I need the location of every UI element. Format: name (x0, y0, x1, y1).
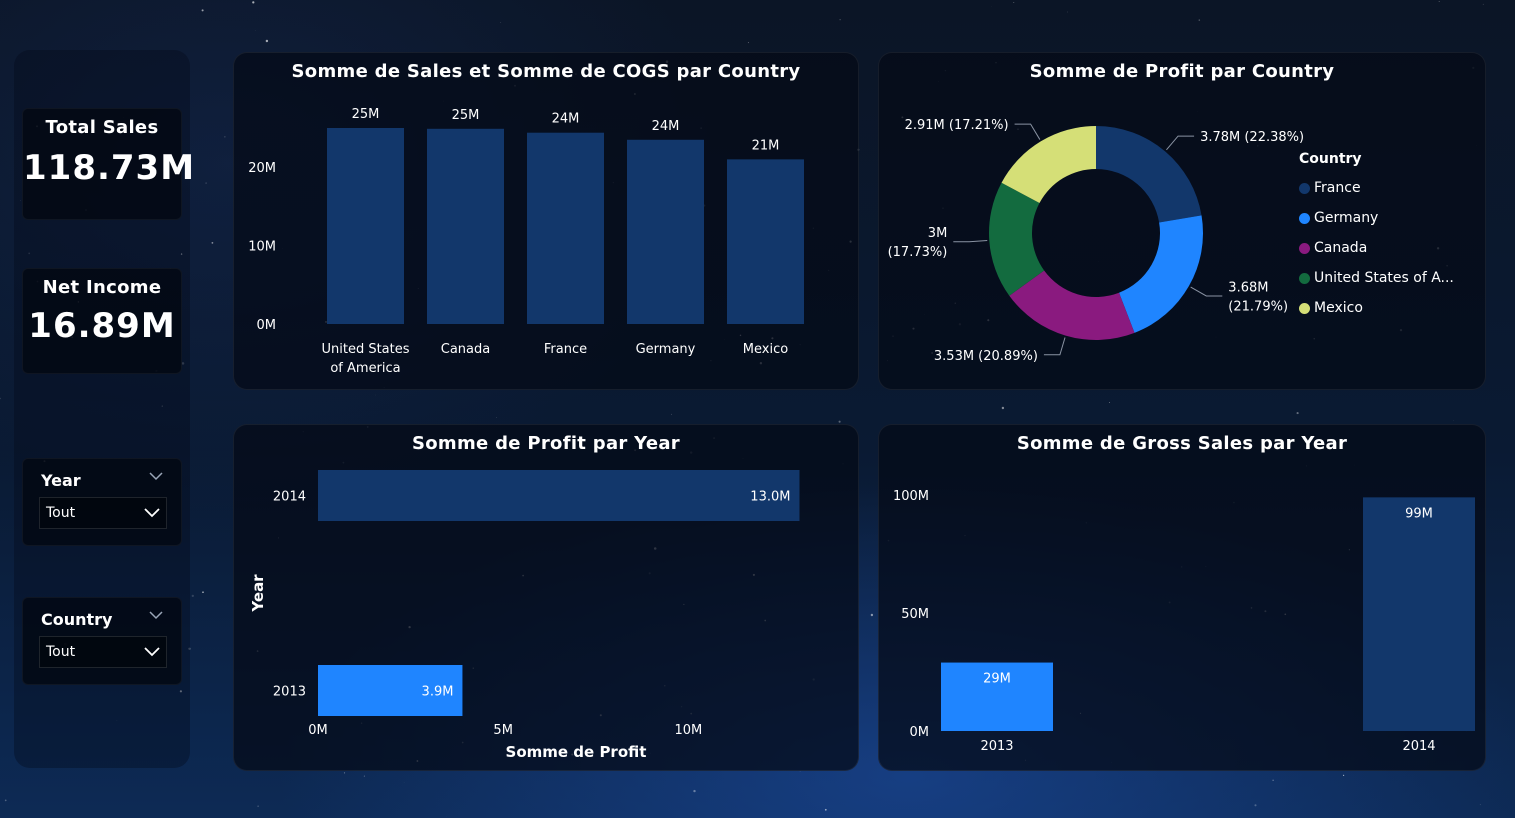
leader-line (1014, 123, 1041, 140)
x-axis-title: Somme de Profit (506, 743, 647, 761)
legend-marker (1299, 182, 1310, 194)
x-tick-label: Canada (441, 342, 490, 357)
year-dropdown-value: Tout (46, 505, 76, 521)
y-tick-label: 0M (910, 725, 930, 740)
gross-sales-panel: Somme de Gross Sales par Year 0M 50M 100M 2… (878, 424, 1486, 771)
profit-year-panel: Somme de Profit par Year 13.0M 2014 3.9M 20… (233, 424, 859, 771)
sales-cogs-chart: 0M 10M 20M 25M United States of America 25M Can… (248, 107, 804, 376)
bar (427, 128, 504, 324)
data-label: 3.68M (1228, 280, 1268, 295)
x-tick-label: United States (321, 342, 409, 357)
data-label: 3.53M (20.89%) (934, 349, 1038, 364)
chevron-down-icon[interactable] (149, 469, 163, 483)
y-tick-label: 100M (893, 489, 929, 504)
legend-label: France (1314, 180, 1361, 196)
x-tick-label: Germany (636, 342, 696, 357)
data-label: 21M (752, 138, 780, 153)
legend-item[interactable]: France (1299, 173, 1454, 203)
data-label: 24M (552, 112, 580, 127)
chevron-down-icon (144, 508, 160, 518)
year-slicer-title: Year (41, 471, 81, 490)
total-sales-card: Total Sales 118.73M (22, 108, 196, 220)
legend-item[interactable]: United States of A... (1299, 263, 1454, 293)
year-dropdown[interactable]: Tout (39, 497, 167, 529)
bar (727, 159, 804, 324)
data-label: 2.91M (17.21%) (905, 118, 1009, 133)
y-tick-label: 10M (248, 240, 276, 255)
data-label: 24M (652, 119, 680, 134)
total-sales-label: Total Sales (45, 117, 159, 138)
profit-year-chart: 13.0M 2014 3.9M 2013 0M 5M 10M Somme de Profit Y… (249, 470, 800, 761)
x-tick-label: of America (330, 361, 400, 376)
y-tick-label: 2013 (273, 685, 306, 700)
total-sales-value: 118.73M (23, 148, 196, 188)
data-label: (21.79%) (1228, 299, 1288, 314)
donut-slice (1096, 126, 1202, 223)
country-slicer-title: Country (41, 610, 113, 629)
legend-item[interactable]: Mexico (1299, 293, 1454, 323)
gross-sales-chart: 0M 50M 100M 29M 2013 99M 2014 (893, 489, 1475, 754)
chevron-down-icon[interactable] (149, 608, 163, 622)
leader-line (1043, 337, 1066, 356)
country-dropdown[interactable]: Tout (39, 636, 167, 668)
data-label: 3M (928, 226, 948, 241)
legend-label: Mexico (1314, 300, 1363, 316)
leader-line (1190, 286, 1223, 297)
data-label: (17.73%) (888, 245, 948, 260)
y-tick-label: 2014 (273, 490, 306, 505)
data-label: 3.9M (422, 685, 454, 700)
y-axis-title: Year (249, 574, 267, 613)
legend-marker (1299, 212, 1310, 224)
country-slicer: Country Tout (22, 597, 182, 685)
country-dropdown-value: Tout (46, 644, 76, 660)
y-tick-label: 20M (248, 161, 276, 176)
legend-item[interactable]: Germany (1299, 203, 1454, 233)
legend-label: Germany (1314, 210, 1379, 226)
data-label: 13.0M (750, 490, 790, 505)
bar (527, 132, 604, 324)
year-slicer: Year Tout (22, 458, 182, 546)
data-label: 25M (452, 108, 480, 123)
donut-slice (1119, 215, 1203, 333)
data-label: 25M (352, 107, 380, 122)
country-legend: Country France Germany Canada United States… (1299, 151, 1454, 323)
y-tick-label: 50M (901, 607, 929, 622)
bar (627, 139, 704, 324)
bar (327, 128, 404, 324)
legend-item[interactable]: Canada (1299, 233, 1454, 263)
legend-label: United States of A... (1314, 270, 1454, 286)
x-tick-label: France (544, 342, 587, 357)
legend-label: Canada (1314, 240, 1368, 256)
x-tick-label: 0M (308, 723, 328, 738)
legend-title: Country (1299, 151, 1362, 167)
legend-marker (1299, 242, 1310, 254)
leader-line (1166, 135, 1195, 151)
x-tick-label: 10M (674, 723, 702, 738)
profit-country-panel: Somme de Profit par Country 3.78M (22.38… (878, 52, 1486, 390)
net-income-card: Net Income 16.89M (22, 268, 182, 374)
y-tick-label: 0M (257, 318, 277, 333)
leader-line (953, 239, 988, 243)
data-label: 3.78M (22.38%) (1200, 130, 1304, 145)
x-tick-label: Mexico (743, 342, 788, 357)
legend-marker (1299, 302, 1310, 314)
x-tick-label: 2014 (1402, 739, 1435, 754)
chevron-down-icon (144, 647, 160, 657)
legend-marker (1299, 272, 1310, 284)
net-income-value: 16.89M (28, 306, 176, 346)
sales-cogs-panel: Somme de Sales et Somme de COGS par Coun… (233, 52, 859, 390)
bar (1363, 497, 1475, 731)
data-label: 29M (983, 672, 1011, 687)
data-label: 99M (1405, 506, 1433, 521)
x-tick-label: 2013 (980, 739, 1013, 754)
net-income-label: Net Income (42, 277, 162, 298)
bar (318, 470, 800, 521)
x-tick-label: 5M (493, 723, 513, 738)
